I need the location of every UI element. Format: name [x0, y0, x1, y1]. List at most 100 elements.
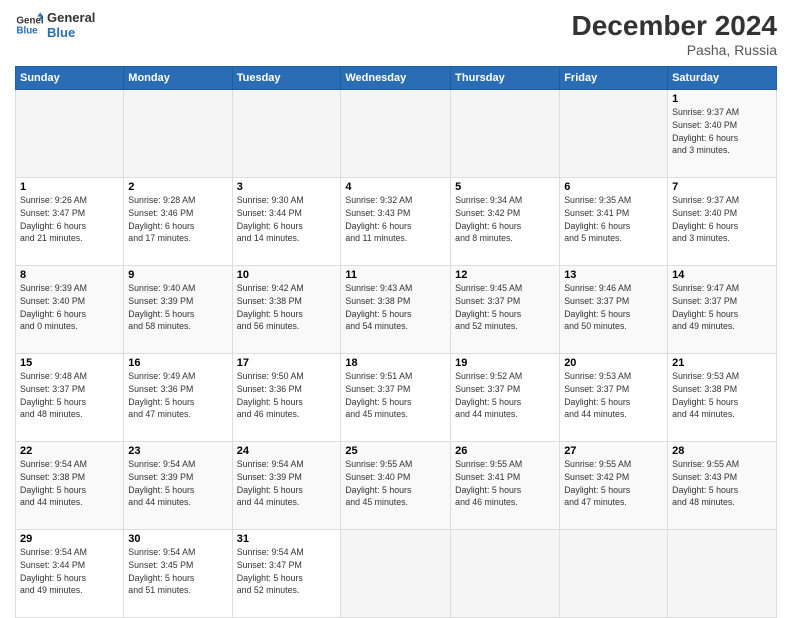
day-cell: [451, 90, 560, 178]
day-info: Sunrise: 9:53 AMSunset: 3:38 PMDaylight:…: [672, 370, 772, 421]
day-cell: 31 Sunrise: 9:54 AMSunset: 3:47 PMDaylig…: [232, 530, 341, 618]
day-number: 11: [345, 269, 446, 281]
day-cell: 15 Sunrise: 9:48 AMSunset: 3:37 PMDaylig…: [16, 354, 124, 442]
day-cell: 6 Sunrise: 9:35 AMSunset: 3:41 PMDayligh…: [560, 178, 668, 266]
subtitle: Pasha, Russia: [572, 42, 777, 58]
day-cell: 16 Sunrise: 9:49 AMSunset: 3:36 PMDaylig…: [124, 354, 232, 442]
day-number: 15: [20, 357, 119, 369]
day-cell: 22 Sunrise: 9:54 AMSunset: 3:38 PMDaylig…: [16, 442, 124, 530]
day-cell: [560, 530, 668, 618]
day-cell: [451, 530, 560, 618]
day-cell: 27 Sunrise: 9:55 AMSunset: 3:42 PMDaylig…: [560, 442, 668, 530]
week-row-1: 1 Sunrise: 9:26 AMSunset: 3:47 PMDayligh…: [16, 178, 777, 266]
logo: General Blue General Blue: [15, 10, 95, 40]
calendar-header-row: SundayMondayTuesdayWednesdayThursdayFrid…: [16, 67, 777, 90]
day-cell: [560, 90, 668, 178]
day-info: Sunrise: 9:37 AMSunset: 3:40 PMDaylight:…: [672, 194, 772, 245]
logo-icon: General Blue: [15, 11, 43, 39]
day-info: Sunrise: 9:46 AMSunset: 3:37 PMDaylight:…: [564, 282, 663, 333]
day-info: Sunrise: 9:32 AMSunset: 3:43 PMDaylight:…: [345, 194, 446, 245]
week-row-5: 29 Sunrise: 9:54 AMSunset: 3:44 PMDaylig…: [16, 530, 777, 618]
day-info: Sunrise: 9:55 AMSunset: 3:41 PMDaylight:…: [455, 458, 555, 509]
week-row-4: 22 Sunrise: 9:54 AMSunset: 3:38 PMDaylig…: [16, 442, 777, 530]
day-number: 19: [455, 357, 555, 369]
day-number: 12: [455, 269, 555, 281]
day-cell: 7 Sunrise: 9:37 AMSunset: 3:40 PMDayligh…: [668, 178, 777, 266]
header-tuesday: Tuesday: [232, 67, 341, 90]
day-number: 28: [672, 445, 772, 457]
day-number: 25: [345, 445, 446, 457]
header-sunday: Sunday: [16, 67, 124, 90]
day-number: 27: [564, 445, 663, 457]
day-info: Sunrise: 9:28 AMSunset: 3:46 PMDaylight:…: [128, 194, 227, 245]
day-number: 18: [345, 357, 446, 369]
day-info: Sunrise: 9:42 AMSunset: 3:38 PMDaylight:…: [237, 282, 337, 333]
day-number: 21: [672, 357, 772, 369]
day-number: 2: [128, 181, 227, 193]
week-row-3: 15 Sunrise: 9:48 AMSunset: 3:37 PMDaylig…: [16, 354, 777, 442]
day-number: 16: [128, 357, 227, 369]
day-info: Sunrise: 9:55 AMSunset: 3:42 PMDaylight:…: [564, 458, 663, 509]
day-number: 31: [237, 533, 337, 545]
day-number: 24: [237, 445, 337, 457]
day-number: 29: [20, 533, 119, 545]
logo-blue: Blue: [47, 25, 95, 40]
header-monday: Monday: [124, 67, 232, 90]
day-info: Sunrise: 9:55 AMSunset: 3:40 PMDaylight:…: [345, 458, 446, 509]
day-number: 13: [564, 269, 663, 281]
day-cell: 24 Sunrise: 9:54 AMSunset: 3:39 PMDaylig…: [232, 442, 341, 530]
header-thursday: Thursday: [451, 67, 560, 90]
day-cell: 1 Sunrise: 9:26 AMSunset: 3:47 PMDayligh…: [16, 178, 124, 266]
day-number: 1: [20, 181, 119, 193]
day-cell: 11 Sunrise: 9:43 AMSunset: 3:38 PMDaylig…: [341, 266, 451, 354]
day-cell: [124, 90, 232, 178]
day-info: Sunrise: 9:48 AMSunset: 3:37 PMDaylight:…: [20, 370, 119, 421]
day-cell: 20 Sunrise: 9:53 AMSunset: 3:37 PMDaylig…: [560, 354, 668, 442]
calendar-table: SundayMondayTuesdayWednesdayThursdayFrid…: [15, 66, 777, 618]
day-number: 20: [564, 357, 663, 369]
day-cell: [668, 530, 777, 618]
day-cell: 19 Sunrise: 9:52 AMSunset: 3:37 PMDaylig…: [451, 354, 560, 442]
day-cell: 17 Sunrise: 9:50 AMSunset: 3:36 PMDaylig…: [232, 354, 341, 442]
day-cell: 8 Sunrise: 9:39 AMSunset: 3:40 PMDayligh…: [16, 266, 124, 354]
day-info: Sunrise: 9:55 AMSunset: 3:43 PMDaylight:…: [672, 458, 772, 509]
day-info: Sunrise: 9:52 AMSunset: 3:37 PMDaylight:…: [455, 370, 555, 421]
day-number: 23: [128, 445, 227, 457]
day-cell: 3 Sunrise: 9:30 AMSunset: 3:44 PMDayligh…: [232, 178, 341, 266]
day-cell: 2 Sunrise: 9:28 AMSunset: 3:46 PMDayligh…: [124, 178, 232, 266]
day-number: 30: [128, 533, 227, 545]
svg-text:Blue: Blue: [16, 25, 38, 36]
day-info: Sunrise: 9:53 AMSunset: 3:37 PMDaylight:…: [564, 370, 663, 421]
header-saturday: Saturday: [668, 67, 777, 90]
day-info: Sunrise: 9:54 AMSunset: 3:44 PMDaylight:…: [20, 546, 119, 597]
week-row-0: 1 Sunrise: 9:37 AMSunset: 3:40 PMDayligh…: [16, 90, 777, 178]
day-cell: 21 Sunrise: 9:53 AMSunset: 3:38 PMDaylig…: [668, 354, 777, 442]
header-friday: Friday: [560, 67, 668, 90]
day-cell: 12 Sunrise: 9:45 AMSunset: 3:37 PMDaylig…: [451, 266, 560, 354]
day-info: Sunrise: 9:35 AMSunset: 3:41 PMDaylight:…: [564, 194, 663, 245]
day-cell: 18 Sunrise: 9:51 AMSunset: 3:37 PMDaylig…: [341, 354, 451, 442]
day-number: 3: [237, 181, 337, 193]
header-wednesday: Wednesday: [341, 67, 451, 90]
day-cell: 30 Sunrise: 9:54 AMSunset: 3:45 PMDaylig…: [124, 530, 232, 618]
day-cell: [341, 530, 451, 618]
day-cell: 9 Sunrise: 9:40 AMSunset: 3:39 PMDayligh…: [124, 266, 232, 354]
day-number: 8: [20, 269, 119, 281]
day-info: Sunrise: 9:45 AMSunset: 3:37 PMDaylight:…: [455, 282, 555, 333]
day-cell: 28 Sunrise: 9:55 AMSunset: 3:43 PMDaylig…: [668, 442, 777, 530]
title-block: December 2024 Pasha, Russia: [572, 10, 777, 58]
day-info: Sunrise: 9:43 AMSunset: 3:38 PMDaylight:…: [345, 282, 446, 333]
day-number: 6: [564, 181, 663, 193]
day-info: Sunrise: 9:39 AMSunset: 3:40 PMDaylight:…: [20, 282, 119, 333]
day-info: Sunrise: 9:37 AMSunset: 3:40 PMDaylight:…: [672, 106, 772, 157]
week-row-2: 8 Sunrise: 9:39 AMSunset: 3:40 PMDayligh…: [16, 266, 777, 354]
day-number: 7: [672, 181, 772, 193]
day-info: Sunrise: 9:54 AMSunset: 3:47 PMDaylight:…: [237, 546, 337, 597]
day-number: 4: [345, 181, 446, 193]
day-number: 1: [672, 93, 772, 105]
day-cell: [232, 90, 341, 178]
day-number: 17: [237, 357, 337, 369]
day-cell: 13 Sunrise: 9:46 AMSunset: 3:37 PMDaylig…: [560, 266, 668, 354]
logo-general: General: [47, 10, 95, 25]
day-number: 22: [20, 445, 119, 457]
